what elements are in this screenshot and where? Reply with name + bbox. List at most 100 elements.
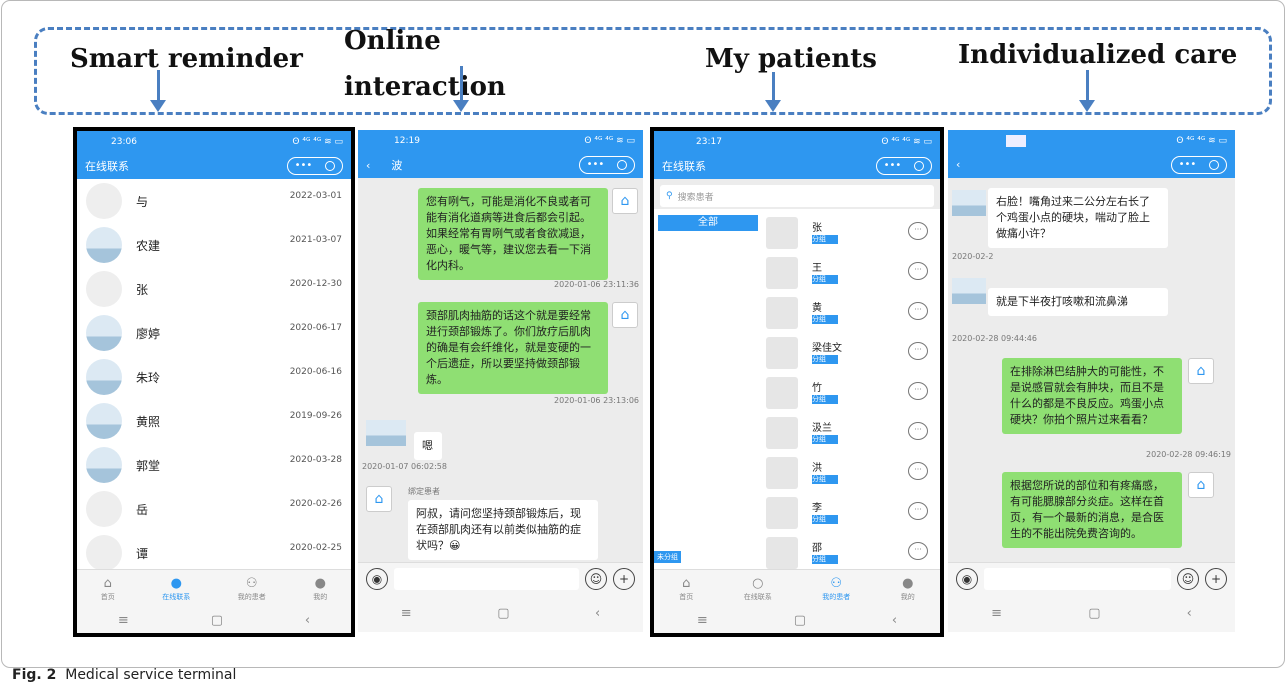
avatar [952,278,986,304]
avatar [766,217,798,249]
list-item[interactable]: 郭堂 2020-03-28 [77,443,351,487]
list-item[interactable]: 张分组 ··· [766,213,936,253]
list-item[interactable]: 廖婷 2020-06-17 [77,311,351,355]
back-icon: ‹ [304,612,311,628]
back-icon: ‹ [891,612,898,628]
nav-home[interactable]: ⌂ 首页 [101,576,115,602]
bottom-nav: ⌂ 首页 ● 在线联系 ⚇ 我的患者 ● 我的 [77,569,351,607]
message-bubble: 根据您所说的部位和有疼痛感，有可能腮腺部分炎症。这样在首页，有一个最新的消息，是… [1002,472,1182,548]
search-icon: ⚲ [666,191,673,201]
avatar [86,535,122,571]
home-icon: ⌂ [682,575,691,591]
message-icon: ··· [908,502,928,520]
nav-home[interactable]: ⌂ 首页 [679,576,693,602]
voice-icon[interactable]: ◉ [366,567,388,590]
hospital-icon: ⌂ [612,302,638,328]
user-icon: ● [902,575,914,591]
menu-capsule[interactable]: ••• [1171,155,1227,174]
list-item[interactable]: 张 2020-12-30 [77,267,351,311]
emoji-icon[interactable]: ☺ [585,567,607,590]
message-bubble: 阿叔，请问您坚持颈部锻炼后，现在颈部肌肉还有以前类似抽筋的症状吗？😀 [408,500,598,560]
home-icon: ▢ [497,605,510,621]
page-title: 在线联系 [662,159,706,173]
avatar [86,403,122,439]
nav-online[interactable]: ○ 在线联系 [744,576,772,602]
arrow-icon [453,66,469,112]
bottom-nav: ⌂ 首页 ○ 在线联系 ⚇ 我的患者 ● 我的 [654,569,940,607]
phone-individualized-care: ʘ ⁴ᴳ ⁴ᴳ ≋ ▭ ‹ ••• 右脸！嘴角过来二公分左右长了个鸡蛋小点的硬块，… [948,130,1235,632]
message-input[interactable] [394,567,579,590]
avatar [766,497,798,529]
list-item[interactable]: 竹分组 ··· [766,373,936,413]
list-item[interactable]: 洪分组 ··· [766,453,936,493]
list-item[interactable]: 李分组 ··· [766,493,936,533]
nav-patients[interactable]: ⚇ 我的患者 [822,576,850,602]
arrow-icon [150,70,166,112]
system-nav: ≡ ▢ ‹ [358,594,643,632]
avatar [952,190,986,216]
menu-icon: ≡ [696,612,708,628]
list-item[interactable]: 与 2022-03-01 [77,179,351,223]
list-item[interactable]: 邵分组 ··· [766,533,936,573]
message-icon: ··· [908,222,928,240]
tab-all[interactable]: 全部 [658,215,758,231]
list-item[interactable]: 黄分组 ··· [766,293,936,333]
figure-caption: Fig. 2 Medical service terminal [12,667,237,683]
timestamp: 2020-01-07 06:02:58 [362,462,447,471]
arrow-icon [765,72,781,112]
phone-online-interaction: 12:19 ʘ ⁴ᴳ ⁴ᴳ ≋ ▭ ‹ 波 ••• 您有咧气，可能是消化不良或者可能… [358,130,643,632]
back-icon: ‹ [956,158,961,171]
list-item[interactable]: 汲兰 分组 ··· [766,413,936,453]
menu-capsule[interactable]: ••• [579,155,635,174]
message-icon: ··· [908,462,928,480]
nav-patients[interactable]: ⚇ 我的患者 [238,576,266,602]
status-bar: 23:17 ʘ ⁴ᴳ ⁴ᴳ ≋ ▭ [654,131,940,152]
list-item[interactable]: 王分组 ··· [766,253,936,293]
people-icon: ⚇ [830,575,843,591]
avatar [86,315,122,351]
target-icon [914,160,925,171]
list-item[interactable]: 黄照 2019-09-26 [77,399,351,443]
plus-icon[interactable]: + [1205,567,1227,590]
search-input[interactable]: ⚲ 搜索患者 [660,185,934,207]
message-icon: ··· [908,422,928,440]
ungrouped-tag[interactable]: 未分组 [654,551,681,563]
avatar [766,457,798,489]
avatar [86,183,122,219]
target-icon [325,160,336,171]
system-nav: ≡ ▢ ‹ [654,607,940,633]
menu-capsule[interactable]: ••• [287,156,343,175]
timestamp: 2020-02-28 09:46:19 [1146,450,1231,459]
avatar [86,491,122,527]
title-bar: 在线联系 ••• [654,152,940,179]
target-icon [1209,159,1220,170]
emoji-icon[interactable]: ☺ [1177,567,1199,590]
home-icon: ▢ [210,612,223,628]
message-input[interactable] [984,567,1171,590]
voice-icon[interactable]: ◉ [956,567,978,590]
list-item[interactable]: 农建 2021-03-07 [77,223,351,267]
system-nav: ≡ ▢ ‹ [77,607,351,633]
message-icon: ··· [908,262,928,280]
nav-online[interactable]: ● 在线联系 [162,576,190,602]
menu-icon: ≡ [991,605,1002,621]
phone-my-patients: 23:17 ʘ ⁴ᴳ ⁴ᴳ ≋ ▭ 在线联系 ••• ⚲ 搜索患者 全部 未分组 张分… [650,127,944,637]
back-icon: ‹ [595,605,601,621]
more-icon: ••• [883,160,902,171]
system-nav: ≡ ▢ ‹ [948,594,1235,632]
label-my-patients: My patients [705,44,877,74]
page-title: 在线联系 [85,159,129,173]
list-item[interactable]: 梁佳文 分组 ··· [766,333,936,373]
sender-label: 绑定患者 [408,487,440,496]
menu-capsule[interactable]: ••• [876,156,932,175]
home-icon: ▢ [1088,605,1101,621]
plus-icon[interactable]: + [613,567,635,590]
list-item[interactable]: 朱玲 2020-06-16 [77,355,351,399]
avatar [86,271,122,307]
menu-icon: ≡ [117,612,129,628]
nav-me[interactable]: ● 我的 [313,576,327,602]
nav-me[interactable]: ● 我的 [901,576,915,602]
list-item[interactable]: 岳 2020-02-26 [77,487,351,531]
input-bar: ◉ ☺ + [948,562,1235,594]
timestamp: 2020-02-28 09:44:46 [952,334,1037,343]
